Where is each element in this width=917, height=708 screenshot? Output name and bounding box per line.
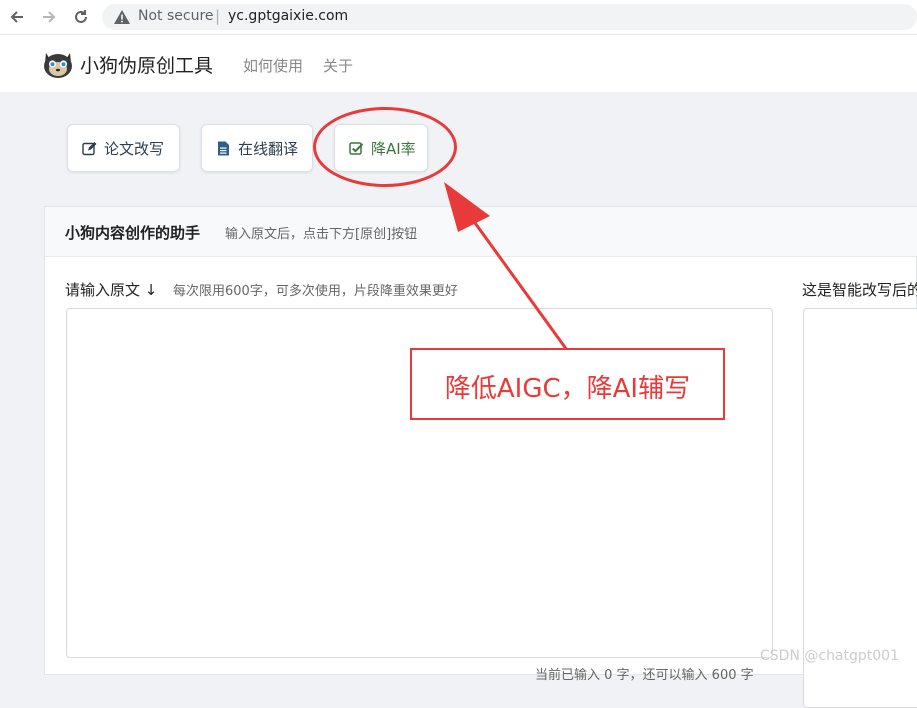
document-icon — [218, 141, 229, 156]
card-title: 小狗内容创作的助手 — [65, 224, 201, 242]
output-label: 这是智能改写后的 — [802, 281, 917, 299]
brand-name[interactable]: 小狗伪原创工具 — [80, 51, 213, 78]
watermark: CSDN @chatgpt001 — [760, 648, 899, 664]
paper-rewrite-label: 论文改写 — [104, 140, 165, 158]
online-translate-label: 在线翻译 — [238, 140, 299, 158]
online-translate-button[interactable]: 在线翻译 — [201, 124, 313, 172]
card-subtitle: 输入原文后，点击下方[原创]按钮 — [225, 227, 418, 242]
warning-icon — [114, 10, 130, 24]
address-bar[interactable]: Not secure | yc.gptgaixie.com — [102, 4, 917, 30]
dog-logo-icon[interactable] — [42, 49, 74, 79]
nav-about[interactable]: 关于 — [323, 55, 353, 76]
security-status: Not secure — [138, 8, 214, 24]
paper-rewrite-button[interactable]: 论文改写 — [67, 124, 180, 172]
annotation-callout: 降低AIGC，降AI辅写 — [410, 348, 725, 420]
reload-icon[interactable] — [72, 8, 90, 26]
site-header: 小狗伪原创工具 如何使用 关于 — [0, 35, 917, 92]
annotation-callout-text: 降低AIGC，降AI辅写 — [444, 374, 691, 404]
input-hint: 每次限用600字，可多次使用，片段降重效果更好 — [173, 284, 458, 299]
char-counter: 当前已输入 0 字，还可以输入 600 字 — [535, 668, 754, 683]
input-label: 请输入原文 ↓ — [65, 281, 158, 299]
address-separator: | — [215, 7, 221, 25]
forward-arrow-icon[interactable] — [40, 8, 58, 26]
edit-icon — [82, 142, 97, 156]
back-arrow-icon[interactable] — [8, 8, 26, 26]
browser-toolbar: Not secure | yc.gptgaixie.com — [0, 0, 917, 35]
highlight-circle — [313, 107, 457, 187]
url-text[interactable]: yc.gptgaixie.com — [228, 8, 348, 24]
nav-how-to-use[interactable]: 如何使用 — [243, 55, 303, 76]
